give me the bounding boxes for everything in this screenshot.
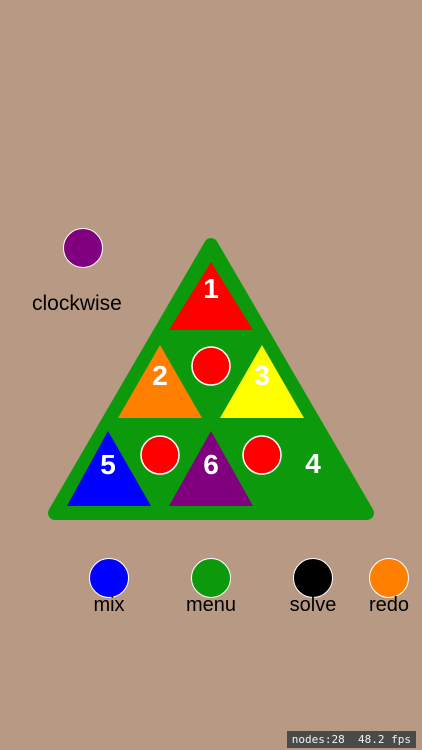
node-count: nodes:28 (291, 733, 345, 746)
rotate-pivot-top[interactable] (191, 346, 231, 386)
tile-number-1: 1 (203, 273, 219, 304)
solve-button[interactable] (293, 558, 333, 598)
fps-readout: 48.2 fps (358, 733, 411, 746)
rotate-pivot-right[interactable] (242, 435, 282, 475)
debug-stats: nodes:28 48.2 fps (286, 731, 416, 748)
puzzle-board: 1 2 3 4 5 6 (48, 238, 374, 520)
mix-label: mix (93, 594, 125, 616)
tile-number-2: 2 (152, 360, 168, 391)
redo-label: redo (368, 594, 410, 616)
redo-button[interactable] (369, 558, 409, 598)
menu-label: menu (185, 594, 237, 616)
tile-number-5: 5 (100, 449, 116, 480)
solve-label: solve (289, 594, 337, 616)
tile-number-3: 3 (254, 360, 270, 391)
tile-number-6: 6 (203, 449, 219, 480)
tile-number-4: 4 (305, 448, 321, 479)
mix-button[interactable] (89, 558, 129, 598)
rotate-pivot-left[interactable] (140, 435, 180, 475)
menu-button[interactable] (191, 558, 231, 598)
